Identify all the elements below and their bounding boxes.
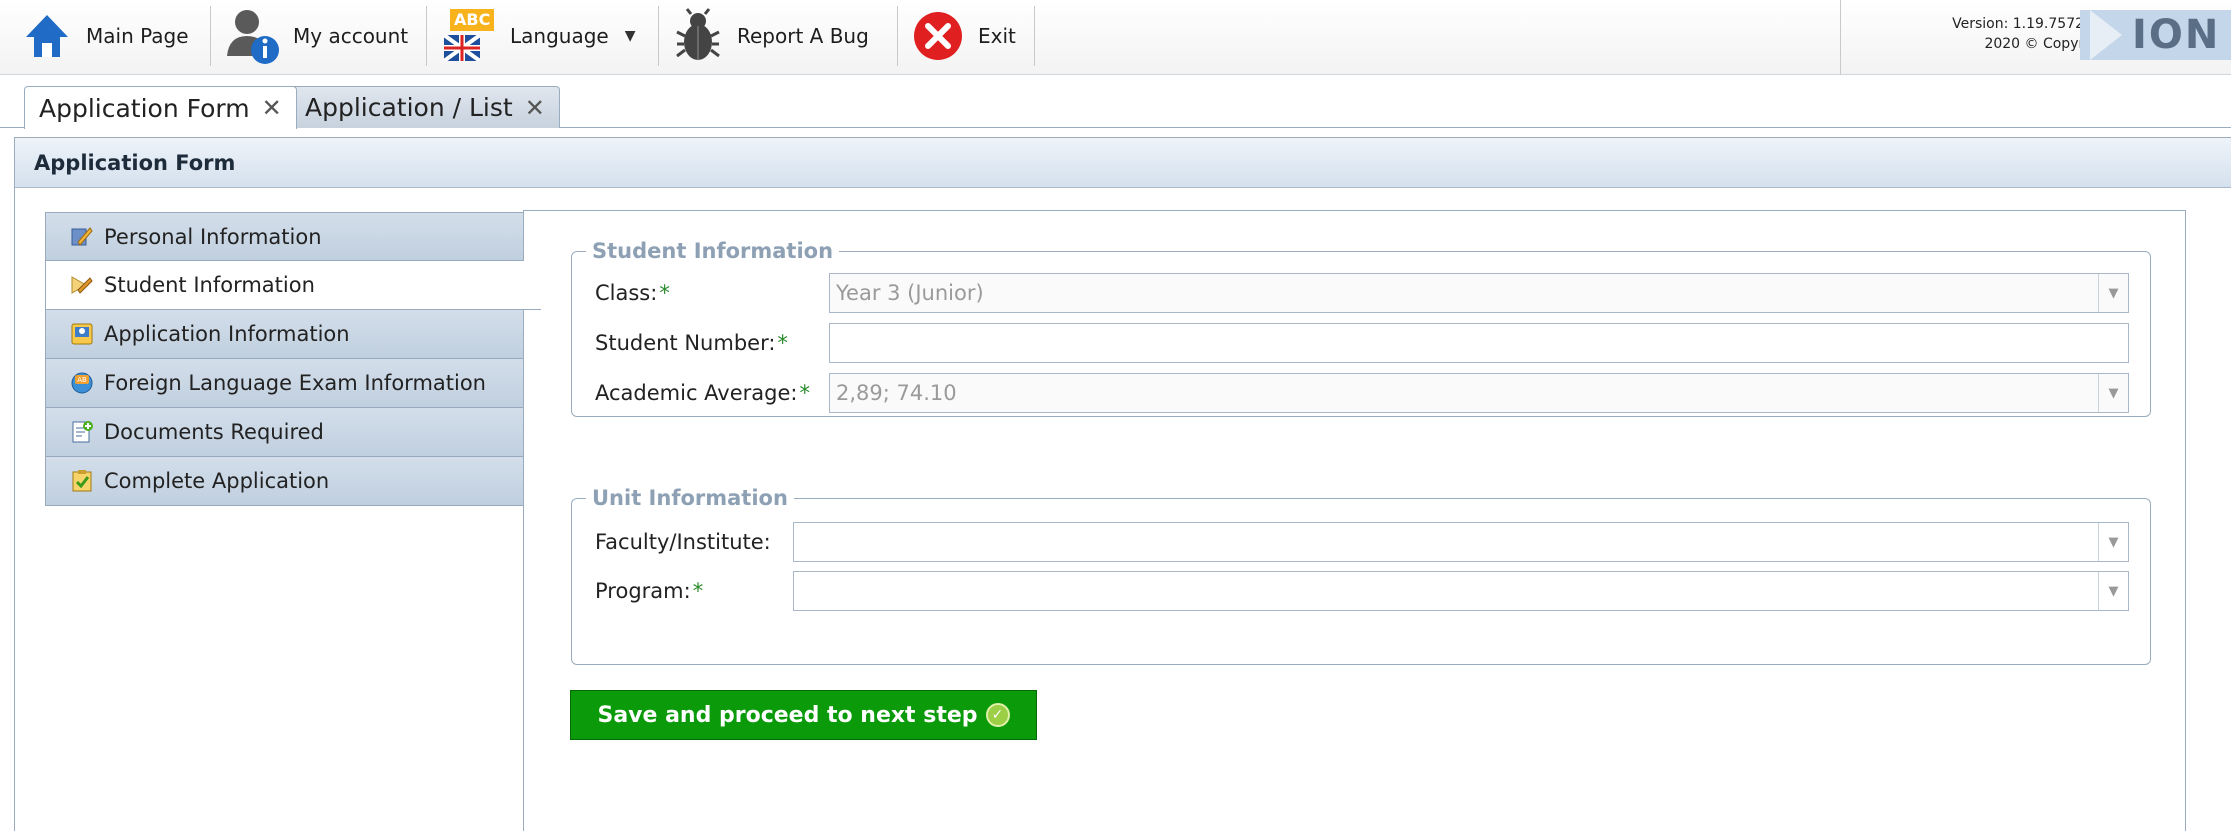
program-select[interactable]: ▼ — [793, 571, 2129, 611]
chevron-down-icon[interactable]: ▼ — [2098, 374, 2128, 412]
faculty-select[interactable]: ▼ — [793, 522, 2129, 562]
bug-icon — [673, 8, 723, 64]
user-info-icon — [225, 6, 281, 66]
chevron-down-icon[interactable]: ▼ — [2098, 572, 2128, 610]
group-legend: Unit Information — [592, 486, 788, 510]
student-number-row: Student Number: * — [571, 323, 2151, 363]
main-page-label: Main Page — [86, 24, 189, 48]
info-card-icon — [70, 322, 94, 346]
my-account-button[interactable]: My account — [225, 0, 408, 72]
home-icon — [22, 11, 72, 61]
save-and-proceed-button[interactable]: Save and proceed to next step ✓ — [570, 690, 1037, 740]
application-form-panel: Application Form Personal Information St… — [14, 137, 2231, 831]
exit-label: Exit — [978, 24, 1016, 48]
step-navigation: Personal Information Student Information… — [45, 212, 541, 506]
faculty-row: Faculty/Institute: ▼ — [571, 522, 2151, 562]
tab-application-list[interactable]: Application / List ✕ — [290, 86, 560, 128]
language-label: Language — [510, 24, 609, 48]
close-icon[interactable]: ✕ — [525, 94, 545, 122]
academic-average-label: Academic Average: * — [595, 381, 810, 405]
nav-label: Foreign Language Exam Information — [104, 371, 486, 395]
student-number-field[interactable] — [829, 323, 2129, 363]
academic-average-value: 2,89; 74.10 — [836, 381, 957, 405]
student-edit-icon — [70, 273, 94, 297]
exit-button[interactable]: Exit — [912, 0, 1016, 72]
chevron-down-icon[interactable]: ▼ — [2098, 523, 2128, 561]
tab-bar: Application Form ✕ Application / List ✕ — [0, 76, 2231, 129]
program-label: Program: * — [595, 579, 704, 603]
check-circle-icon: ✓ — [985, 703, 1010, 727]
class-select[interactable]: Year 3 (Junior) ▼ — [829, 273, 2129, 313]
nav-label: Student Information — [104, 273, 315, 297]
language-button[interactable]: ABC Language ▼ — [442, 0, 635, 72]
tab-label: Application / List — [305, 93, 513, 122]
chevron-down-icon[interactable]: ▼ — [2098, 274, 2128, 312]
save-label: Save and proceed to next step — [597, 702, 978, 728]
nav-application-information[interactable]: Application Information — [45, 310, 539, 359]
close-circle-icon — [912, 10, 964, 62]
logo-text: ION — [2132, 12, 2221, 58]
tab-label: Application Form — [39, 93, 250, 123]
clipboard-check-icon — [70, 469, 94, 493]
chevron-down-icon: ▼ — [624, 28, 636, 44]
report-bug-button[interactable]: Report A Bug — [673, 0, 869, 72]
nav-label: Complete Application — [104, 469, 330, 493]
academic-average-select[interactable]: 2,89; 74.10 ▼ — [829, 373, 2129, 413]
program-row: Program: * ▼ — [571, 571, 2151, 611]
language-icon: ABC — [442, 5, 498, 67]
main-page-button[interactable]: Main Page — [22, 0, 189, 72]
faculty-label: Faculty/Institute: — [595, 530, 771, 554]
nav-label: Documents Required — [104, 420, 324, 444]
class-row: Class: * Year 3 (Junior) ▼ — [571, 273, 2151, 313]
nav-documents-required[interactable]: Documents Required — [45, 408, 539, 457]
class-label: Class: * — [595, 281, 670, 305]
panel-title: Application Form — [15, 138, 2231, 188]
language-exam-icon: AB — [70, 371, 94, 395]
language-badge: ABC — [450, 9, 495, 31]
nav-label: Application Information — [104, 322, 350, 346]
group-legend: Student Information — [592, 239, 834, 263]
svg-text:AB: AB — [77, 376, 87, 384]
document-add-icon — [70, 420, 94, 444]
my-account-label: My account — [293, 24, 409, 48]
academic-average-row: Academic Average: * 2,89; 74.10 ▼ — [571, 373, 2151, 413]
ion-logo: ION — [2080, 10, 2231, 60]
tab-application-form[interactable]: Application Form ✕ — [24, 86, 297, 129]
close-icon[interactable]: ✕ — [262, 94, 282, 122]
nav-personal-information[interactable]: Personal Information — [45, 212, 539, 261]
top-toolbar: Main Page My account ABC Language ▼ Repo… — [0, 0, 2231, 75]
edit-user-icon — [70, 225, 94, 249]
class-value: Year 3 (Junior) — [836, 281, 984, 305]
report-bug-label: Report A Bug — [737, 24, 869, 48]
nav-student-information[interactable]: Student Information — [45, 261, 541, 310]
nav-complete-application[interactable]: Complete Application — [45, 457, 539, 506]
student-number-label: Student Number: * — [595, 331, 788, 355]
nav-foreign-language-exam-information[interactable]: AB Foreign Language Exam Information — [45, 359, 539, 408]
nav-label: Personal Information — [104, 224, 322, 249]
